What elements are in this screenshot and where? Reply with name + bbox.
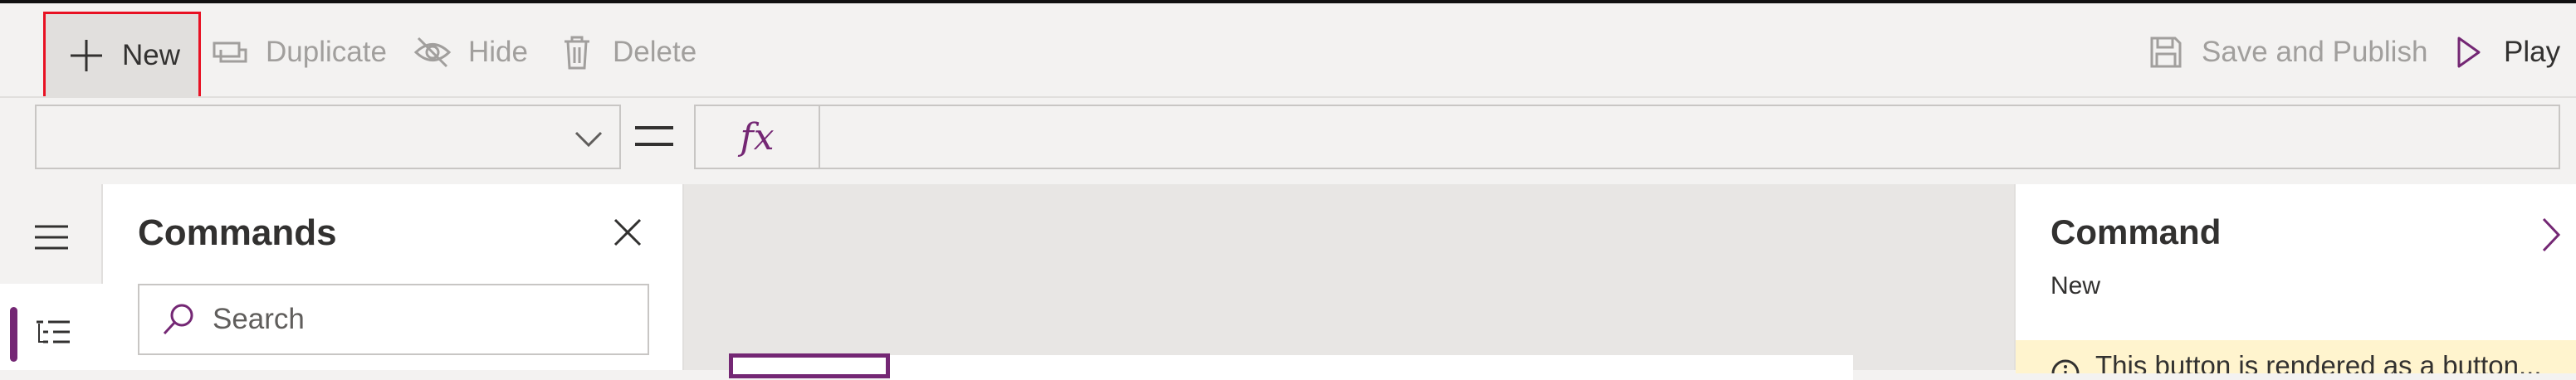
- commands-panel: Commands Search: [103, 184, 684, 370]
- fx-label: fx: [740, 115, 775, 158]
- equals-icon: [633, 119, 676, 153]
- left-rail: [0, 184, 103, 370]
- hamburger-icon[interactable]: [33, 222, 70, 252]
- duplicate-button[interactable]: Duplicate: [209, 8, 387, 96]
- selected-command-button[interactable]: [729, 353, 890, 378]
- play-button[interactable]: Play: [2447, 8, 2560, 96]
- hide-button-label: Hide: [468, 36, 528, 68]
- save-and-publish-label: Save and Publish: [2202, 36, 2428, 68]
- delete-button-label: Delete: [613, 36, 697, 68]
- properties-panel-subtitle: New: [2051, 272, 2101, 300]
- play-icon: [2447, 32, 2489, 73]
- search-icon: [161, 302, 196, 337]
- warning-banner: This button is rendered as a button...: [2016, 340, 2576, 373]
- designer-body: Commands Search Command New This button …: [0, 184, 2576, 380]
- new-button-label: New: [122, 39, 181, 71]
- search-placeholder: Search: [213, 303, 305, 335]
- plus-icon: [66, 35, 107, 76]
- selected-indicator: [10, 307, 17, 362]
- save-and-publish-button[interactable]: Save and Publish: [2145, 8, 2427, 96]
- commands-panel-title: Commands: [138, 212, 337, 253]
- fx-button[interactable]: fx: [694, 105, 820, 169]
- delete-button[interactable]: Delete: [556, 8, 697, 96]
- property-dropdown[interactable]: [35, 105, 621, 169]
- properties-panel-title: Command: [2051, 212, 2222, 251]
- duplicate-icon: [209, 32, 251, 73]
- formula-input[interactable]: [819, 105, 2560, 169]
- delete-icon: [556, 32, 598, 73]
- chevron-down-icon: [573, 124, 604, 153]
- command-toolbar: New Duplicate Hide Delete Save and Publi…: [0, 0, 2576, 100]
- hide-icon: [412, 32, 453, 73]
- formula-bar: fx: [0, 98, 2576, 184]
- new-button[interactable]: New: [43, 12, 201, 100]
- command-bar-preview: [890, 355, 1853, 380]
- save-icon: [2145, 32, 2187, 73]
- duplicate-button-label: Duplicate: [266, 36, 387, 68]
- play-button-label: Play: [2504, 36, 2561, 68]
- chevron-right-icon[interactable]: [2540, 214, 2562, 256]
- commands-search-input[interactable]: Search: [138, 284, 649, 355]
- info-icon: [2051, 358, 2080, 373]
- tree-view-icon: [35, 319, 71, 352]
- design-canvas: [684, 184, 2014, 380]
- close-icon[interactable]: [613, 217, 643, 247]
- properties-panel: Command New This button is rendered as a…: [2014, 184, 2576, 373]
- hide-button[interactable]: Hide: [412, 8, 528, 96]
